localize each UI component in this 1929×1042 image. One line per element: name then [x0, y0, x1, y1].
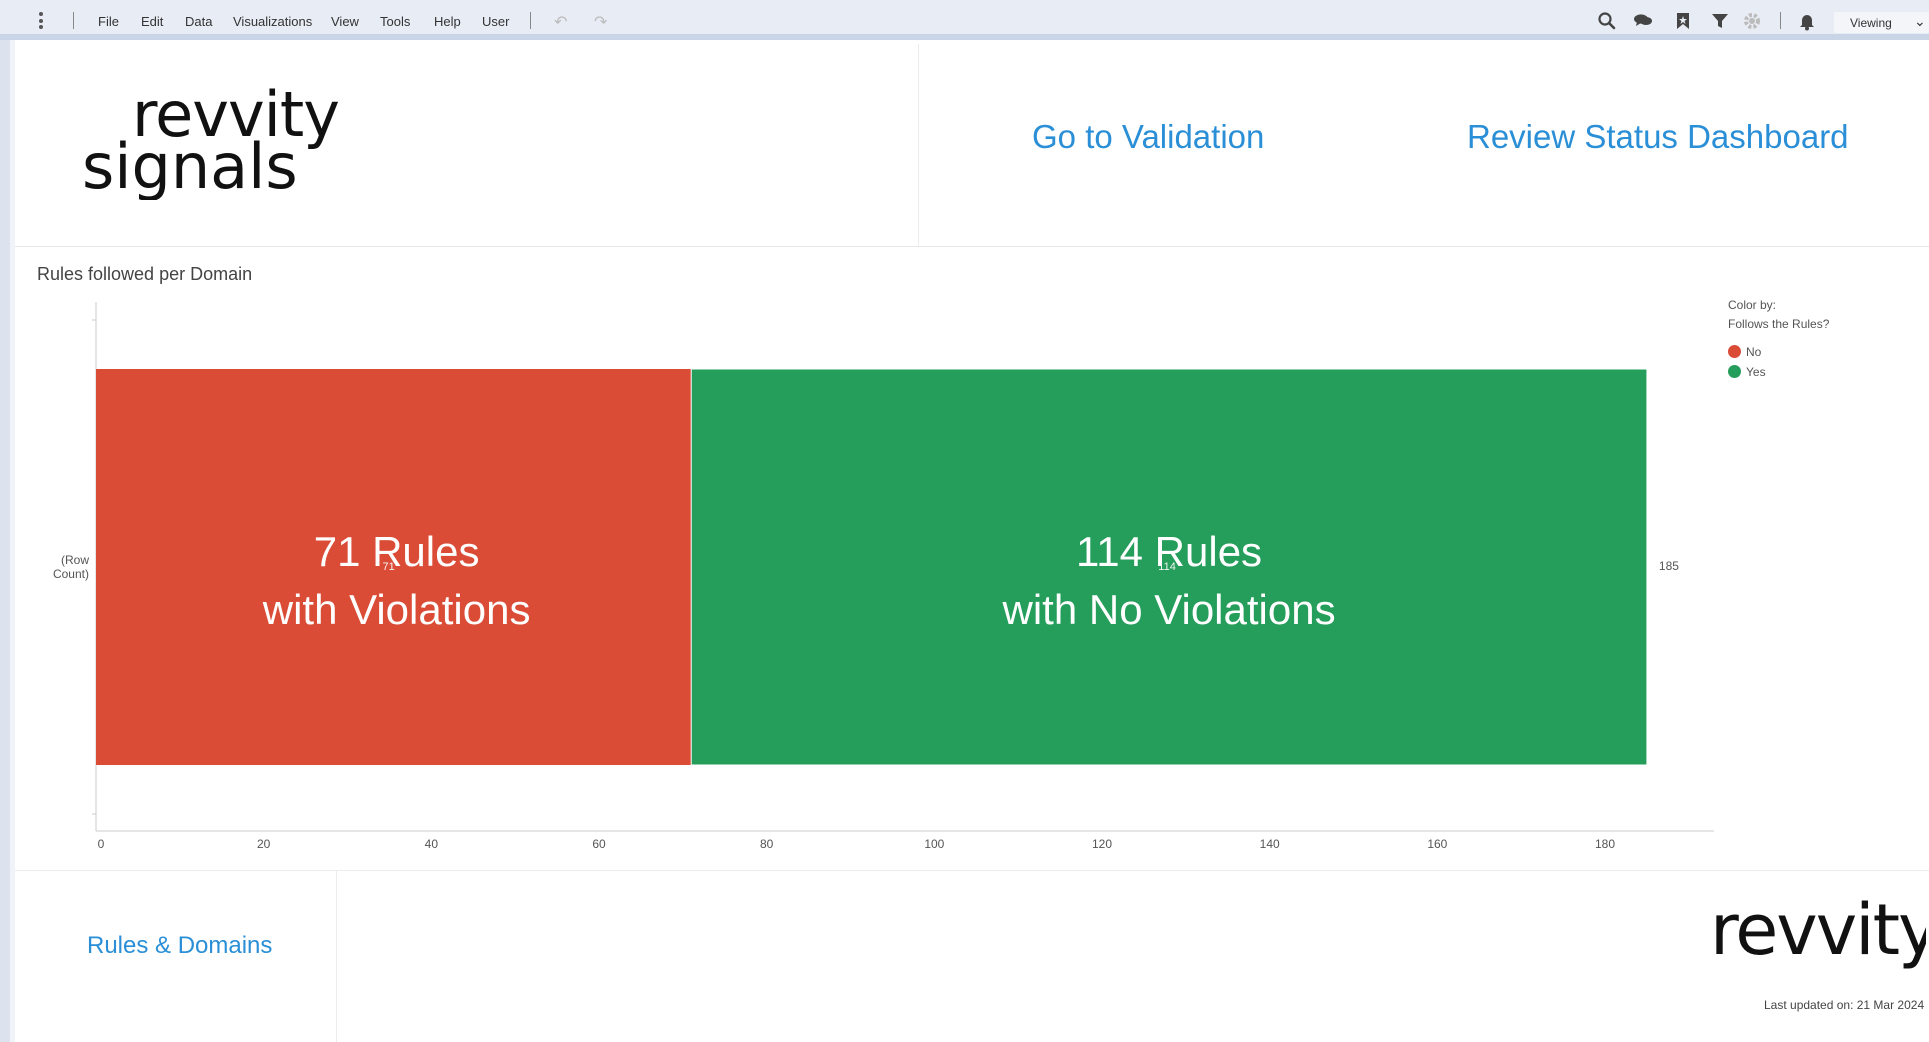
bar-value-label: 114: [1158, 561, 1176, 573]
rules-and-domains-link[interactable]: Rules & Domains: [87, 932, 272, 960]
legend-title-2[interactable]: Follows the Rules?: [1728, 317, 1829, 344]
legend-label: Yes: [1746, 365, 1766, 379]
x-tick-label: 180: [1595, 837, 1615, 851]
x-tick-label: 80: [760, 837, 774, 851]
footer-logo-text: revvity: [1710, 889, 1926, 971]
footer-vertical-divider: [336, 871, 337, 1042]
footer-divider: [15, 870, 1929, 871]
chart-legend: Color by: Follows the Rules? No Yes: [1728, 298, 1829, 384]
legend-swatch: [1728, 345, 1741, 358]
x-tick-label: 160: [1427, 837, 1447, 851]
legend-swatch: [1728, 365, 1741, 378]
x-tick-label: 0: [98, 837, 105, 851]
bar-label-line2: with Violations: [262, 586, 531, 633]
bar-chart: 0 20 40 60 80 100 120 140 160 180 (RowCount) 71 Rul…: [53, 302, 1714, 851]
last-updated-text: Last updated on: 21 Mar 2024: [1764, 998, 1925, 1012]
legend-item-yes[interactable]: Yes: [1728, 364, 1829, 384]
bar-label-line1: 71 Rules: [314, 528, 480, 575]
legend-title-1: Color by:: [1728, 298, 1777, 312]
bar-label-line2: with No Violations: [1002, 586, 1336, 633]
bar-total-label: 185: [1659, 559, 1679, 573]
x-tick-label: 140: [1260, 837, 1280, 851]
bar-value-label: 71: [382, 561, 394, 573]
y-category-label: Count): [53, 567, 89, 581]
legend-item-no[interactable]: No: [1728, 344, 1829, 364]
x-tick-label: 100: [924, 837, 944, 851]
x-tick-label: 20: [257, 837, 271, 851]
x-tick-label: 60: [592, 837, 606, 851]
x-tick-label: 120: [1092, 837, 1112, 851]
x-tick-label: 40: [425, 837, 439, 851]
legend-label: No: [1746, 345, 1762, 359]
y-category-label: (Row: [61, 553, 89, 567]
revvity-logo: revvity: [1710, 889, 1926, 971]
